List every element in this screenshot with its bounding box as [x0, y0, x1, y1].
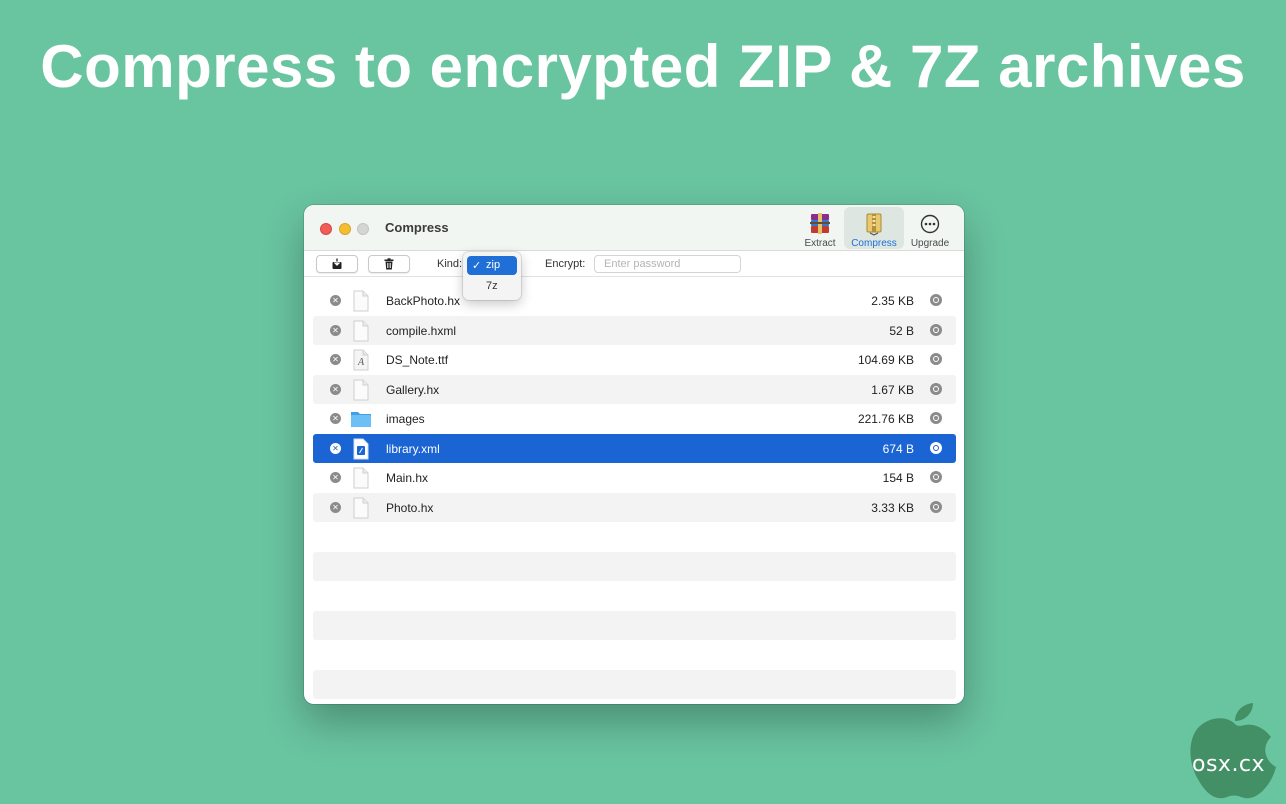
minimize-window-button[interactable] [339, 223, 351, 235]
kind-option-zip[interactable]: ✓ zip [467, 256, 517, 275]
reveal-magnifier-icon[interactable] [930, 294, 942, 306]
reveal-magnifier-icon[interactable] [930, 441, 942, 454]
upgrade-toolbar-button[interactable]: Upgrade [906, 207, 954, 249]
document-icon [353, 379, 369, 400]
remove-item-icon[interactable]: ✕ [330, 442, 341, 454]
compress-window: Compress Extract Compress Upgrade Kind: … [304, 205, 964, 704]
page-headline: Compress to encrypted ZIP & 7Z archives [40, 33, 1246, 100]
file-name: images [386, 412, 425, 426]
extract-label: Extract [804, 238, 836, 249]
file-name: Main.hx [386, 471, 429, 485]
file-name: compile.hxml [386, 323, 457, 338]
title-bar: Compress Extract Compress Upgrade [304, 205, 964, 251]
remove-item-icon[interactable]: ✕ [330, 295, 341, 306]
reveal-magnifier-icon[interactable] [930, 412, 942, 424]
file-row[interactable]: ✕ A DS_Note.ttf 104.69 KB [313, 345, 956, 375]
ellipsis-circle-icon [920, 214, 940, 234]
file-name: Gallery.hx [386, 382, 440, 397]
reveal-magnifier-icon[interactable] [930, 382, 942, 395]
options-bar: Kind: Encrypt: [304, 252, 964, 277]
file-size: 154 B [882, 471, 914, 485]
empty-row [313, 610, 956, 640]
remove-item-icon[interactable]: ✕ [330, 413, 341, 424]
add-to-archive-icon [332, 258, 342, 269]
encrypt-label: Encrypt: [545, 258, 586, 270]
close-window-button[interactable] [320, 223, 332, 235]
file-size: 2.35 KB [871, 294, 914, 308]
file-name: library.xml [386, 441, 440, 456]
document-icon [353, 467, 369, 489]
file-size: 104.69 KB [857, 353, 914, 367]
remove-files-button[interactable] [368, 255, 410, 273]
checkmark-icon: ✓ [472, 260, 482, 272]
reveal-magnifier-icon[interactable] [930, 353, 942, 365]
empty-row [313, 669, 956, 699]
add-files-button[interactable] [316, 255, 358, 273]
reveal-magnifier-icon[interactable] [930, 323, 942, 336]
document-icon [353, 497, 369, 518]
window-title: Compress [385, 220, 449, 235]
empty-row [313, 522, 956, 552]
reveal-magnifier-icon[interactable] [930, 471, 942, 483]
file-row[interactable]: ✕ compile.hxml 52 B [313, 315, 956, 345]
extract-toolbar-button[interactable]: Extract [798, 207, 842, 249]
remove-item-icon[interactable]: ✕ [330, 354, 341, 365]
zoom-window-button[interactable] [357, 223, 369, 235]
file-row-selected[interactable]: ✕ library.xml 674 B [313, 433, 956, 463]
empty-row [313, 551, 956, 581]
file-size: 3.33 KB [871, 500, 914, 515]
document-icon [353, 320, 369, 341]
file-list: ✕ BackPhoto.hx 2.35 KB ✕ compile.hxml 52… [313, 286, 956, 699]
file-row[interactable]: ✕ Gallery.hx 1.67 KB [313, 374, 956, 404]
kind-dropdown-menu: ✓ zip 7z [463, 252, 521, 300]
remove-item-icon[interactable]: ✕ [330, 383, 341, 395]
kind-label: Kind: [437, 258, 463, 270]
file-row[interactable]: ✕ images 221.76 KB [313, 404, 956, 434]
file-size: 221.76 KB [857, 412, 914, 426]
remove-item-icon[interactable]: ✕ [330, 324, 341, 336]
winrar-books-icon [810, 213, 830, 234]
file-size: 52 B [889, 323, 914, 338]
remove-item-icon[interactable]: ✕ [330, 501, 341, 513]
compress-toolbar-button[interactable]: Compress [844, 207, 904, 249]
empty-row [313, 640, 956, 670]
empty-row [313, 581, 956, 611]
trash-icon [384, 258, 394, 270]
kind-option-label: 7z [486, 280, 498, 292]
remove-item-icon[interactable]: ✕ [330, 472, 341, 483]
file-row[interactable]: ✕ Photo.hx 3.33 KB [313, 492, 956, 522]
file-name: BackPhoto.hx [386, 294, 461, 308]
font-file-icon: A [353, 349, 369, 371]
kind-option-label: zip [486, 259, 501, 271]
upgrade-label: Upgrade [910, 238, 950, 249]
compress-label: Compress [851, 238, 897, 249]
kind-option-7z[interactable]: 7z [467, 277, 517, 296]
file-size: 674 B [882, 441, 914, 456]
xml-file-icon [353, 438, 369, 459]
folder-icon [351, 412, 371, 427]
document-icon [353, 290, 369, 312]
reveal-magnifier-icon[interactable] [930, 500, 942, 513]
watermark-text: osx.cx [1192, 752, 1266, 777]
file-name: DS_Note.ttf [386, 353, 449, 367]
file-size: 1.67 KB [871, 382, 914, 397]
svg-text:A: A [357, 357, 365, 368]
file-name: Photo.hx [386, 500, 434, 515]
file-row[interactable]: ✕ Main.hx 154 B [313, 463, 956, 493]
password-field[interactable] [594, 255, 741, 273]
compress-archive-icon [866, 213, 882, 236]
file-row[interactable]: ✕ BackPhoto.hx 2.35 KB [313, 286, 956, 316]
